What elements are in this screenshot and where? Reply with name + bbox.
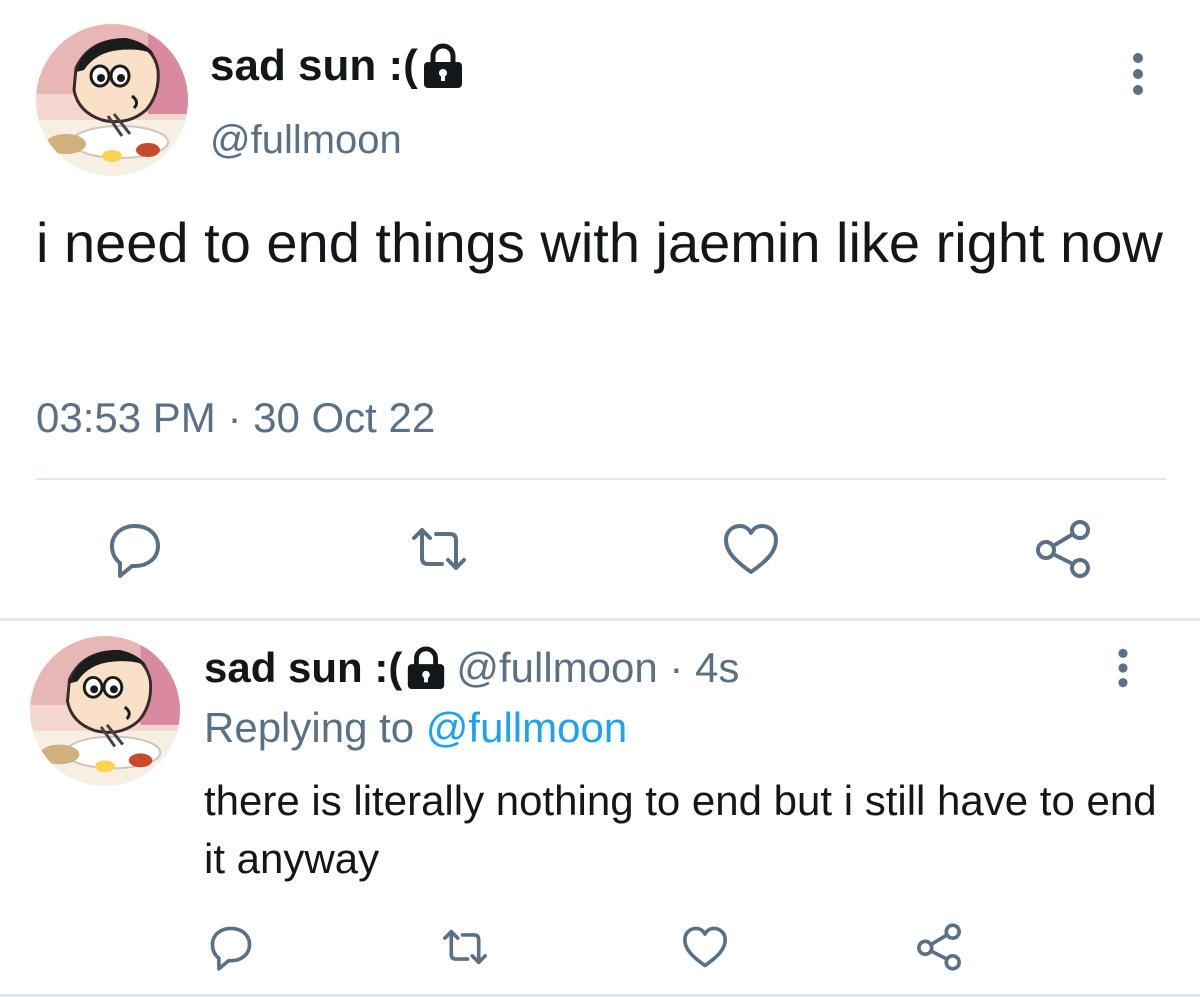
tweet-text: i need to end things with jaemin like ri… bbox=[36, 211, 1163, 274]
replying-to: Replying to @fullmoon bbox=[204, 700, 627, 756]
lock-icon bbox=[420, 42, 466, 90]
replying-to-label: Replying to bbox=[204, 704, 426, 751]
heart-icon[interactable] bbox=[720, 518, 782, 580]
avatar[interactable] bbox=[30, 636, 180, 786]
replying-to-mention[interactable]: @fullmoon bbox=[426, 704, 627, 751]
separator: · bbox=[657, 644, 696, 691]
display-name-row: sad sun :( bbox=[210, 38, 466, 94]
heart-icon[interactable] bbox=[680, 922, 730, 972]
reply-header: sad sun :( @fullmoon · 4s bbox=[204, 640, 739, 696]
retweet-icon[interactable] bbox=[408, 518, 470, 580]
share-icon[interactable] bbox=[914, 922, 964, 972]
display-name[interactable]: sad sun :( bbox=[210, 38, 418, 94]
timestamp[interactable]: 03:53 PM · 30 Oct 22 bbox=[36, 392, 435, 444]
display-name[interactable]: sad sun :( bbox=[204, 640, 402, 696]
reply-icon[interactable] bbox=[104, 518, 166, 580]
retweet-icon[interactable] bbox=[440, 922, 490, 972]
handle[interactable]: @fullmoon bbox=[210, 115, 402, 165]
reply-icon[interactable] bbox=[206, 922, 256, 972]
divider bbox=[0, 618, 1200, 621]
lock-icon bbox=[404, 645, 448, 691]
more-options-icon[interactable] bbox=[1120, 50, 1156, 98]
tweet-text: there is literally nothing to end but i … bbox=[204, 777, 1157, 882]
share-icon[interactable] bbox=[1032, 518, 1094, 580]
more-options-icon[interactable] bbox=[1106, 646, 1140, 690]
divider bbox=[36, 478, 1166, 480]
relative-time[interactable]: 4s bbox=[695, 640, 739, 696]
handle[interactable]: @fullmoon bbox=[456, 640, 657, 696]
avatar[interactable] bbox=[36, 24, 188, 176]
